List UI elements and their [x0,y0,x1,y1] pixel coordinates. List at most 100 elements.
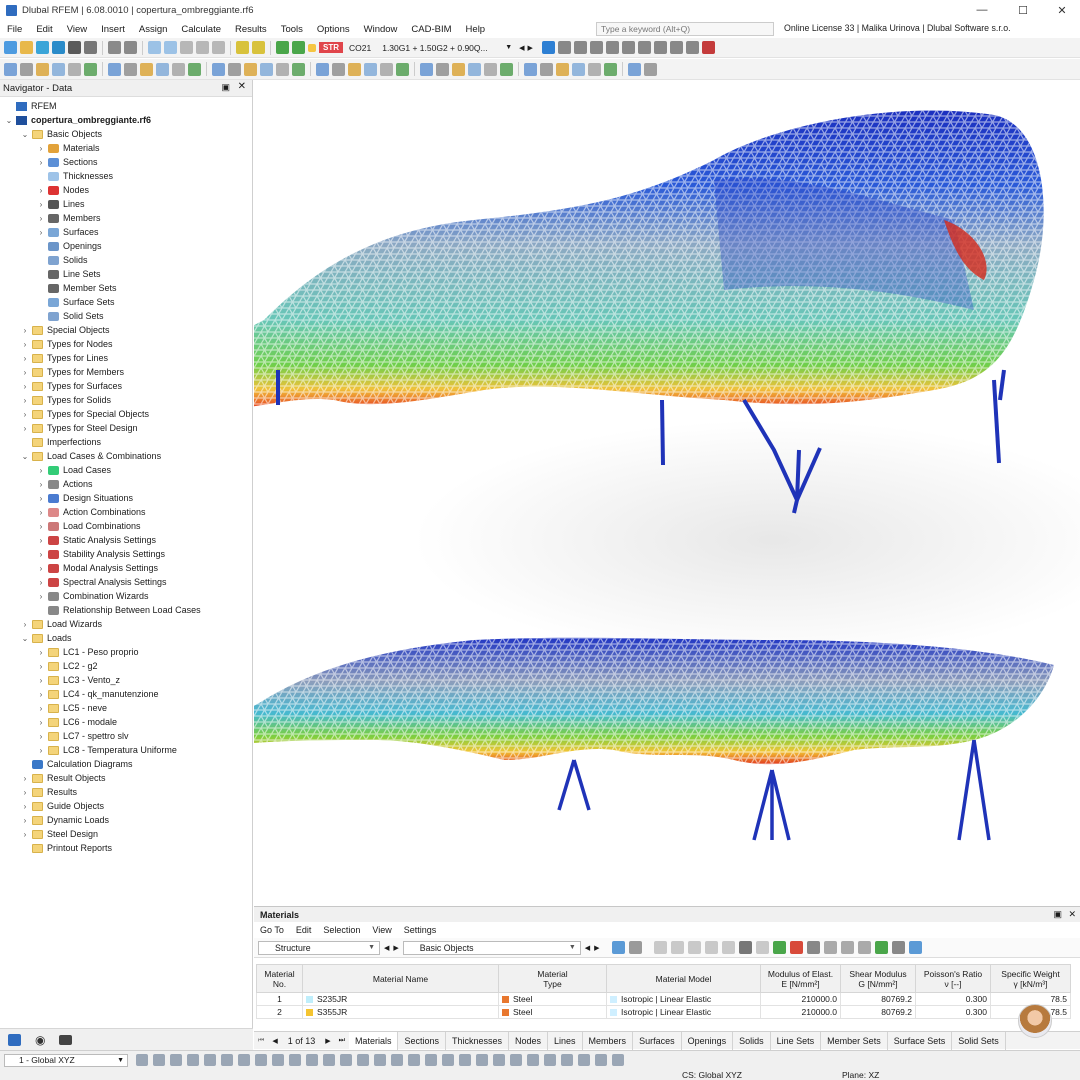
function-icon[interactable] [857,941,871,954]
expand-right-icon[interactable]: › [20,802,30,811]
extrude-icon[interactable] [140,62,153,76]
tree-item[interactable]: Line Sets [36,267,101,281]
line-icon[interactable] [212,62,225,76]
tree-item[interactable]: › Action Combinations [36,505,146,519]
cell-name[interactable]: S235JR [302,992,499,1006]
tree-item[interactable]: Surface Sets [36,295,115,309]
tree-item[interactable]: ⌄ Load Cases & Combinations [20,449,161,463]
expand-right-icon[interactable]: › [36,536,46,545]
redo-icon[interactable] [124,41,137,54]
expand-right-icon[interactable]: › [20,368,30,377]
select-icon[interactable] [4,62,17,76]
rect-icon[interactable] [374,1054,386,1066]
col-nu[interactable]: Poisson's Ratio ν [--] [915,964,991,993]
columns-icon[interactable] [806,941,820,954]
expand-right-icon[interactable]: › [36,704,46,713]
col-type[interactable]: Material Type [498,964,607,993]
col-e[interactable]: Modulus of Elast. E [N/mm²] [760,964,841,993]
structure-select[interactable]: Structure ▼ [258,940,380,955]
hinge-icon[interactable] [380,62,393,76]
tree-item[interactable]: › Types for Special Objects [20,407,149,421]
close-icon[interactable]: ✕ [1042,0,1080,20]
cell-g[interactable]: 80769.2 [840,992,916,1006]
expand-right-icon[interactable]: › [20,326,30,335]
tree-item[interactable]: › Design Situations [36,491,133,505]
tab-members[interactable]: Members [583,1031,634,1050]
layer-icon[interactable] [459,1054,471,1066]
panel-menu-edit[interactable]: Edit [290,925,318,935]
export-icon[interactable] [789,941,803,954]
results-icon[interactable] [252,41,265,54]
expand-right-icon[interactable]: › [20,354,30,363]
tree-item[interactable]: Solid Sets [36,309,104,323]
scale-icon[interactable] [84,62,97,76]
col-name[interactable]: Material Name [302,964,499,993]
move-icon[interactable] [20,62,33,76]
tree-item[interactable]: RFEM [4,99,57,113]
save-icon[interactable] [68,41,81,54]
section-icon[interactable] [605,41,619,54]
expand-down-icon[interactable]: ⌄ [20,634,30,643]
delete-row-icon[interactable] [687,941,701,954]
prev-page-icon[interactable]: ◀ [268,1037,281,1045]
chevron-down-icon[interactable]: ▼ [505,44,512,51]
calculate-icon[interactable] [236,41,249,54]
filter-icon[interactable] [628,941,642,954]
menu-tools[interactable]: Tools [274,24,310,35]
tree-item[interactable]: Solids [36,253,88,267]
arc-icon[interactable] [228,62,241,76]
expand-right-icon[interactable]: › [36,718,46,727]
expand-right-icon[interactable]: › [20,620,30,629]
combination-select[interactable]: 1.30G1 + 1.50G2 + 0.90Q... [382,43,502,53]
copy-icon[interactable] [68,62,81,76]
menu-calculate[interactable]: Calculate [174,24,228,35]
tree-item[interactable]: › LC8 - Temperatura Uniforme [36,743,177,757]
excel-icon[interactable] [874,941,888,954]
design-badge[interactable]: STR [319,42,343,53]
expand-right-icon[interactable]: › [20,788,30,797]
maximize-icon[interactable]: ☐ [1003,0,1043,20]
print-icon[interactable] [891,941,905,954]
col-model[interactable]: Material Model [606,964,761,993]
tree-item[interactable]: › Steel Design [20,827,98,841]
expand-right-icon[interactable]: › [36,480,46,489]
cell-no[interactable]: 2 [256,1005,303,1019]
cell-type[interactable]: Steel [498,1005,607,1019]
expand-right-icon[interactable]: › [36,690,46,699]
panel-menu-settings[interactable]: Settings [398,925,443,935]
cell-name[interactable]: S355JR [302,1005,499,1019]
tree-item[interactable]: › LC4 - qk_manutenzione [36,687,159,701]
tree-item[interactable]: › Types for Solids [20,393,111,407]
tree-item[interactable]: › Modal Analysis Settings [36,561,158,575]
expand-right-icon[interactable]: › [36,662,46,671]
cell-g[interactable]: 80769.2 [840,1005,916,1019]
data-tab-icon[interactable] [8,1033,21,1046]
tree-item[interactable]: › Result Objects [20,771,106,785]
display-icon[interactable] [557,41,571,54]
pin-icon[interactable]: ▣ [1053,909,1062,920]
first-page-icon[interactable]: ⏮ [254,1037,268,1045]
member-icon[interactable] [621,41,635,54]
tree-item[interactable]: › LC3 - Vento_z [36,673,120,687]
expand-right-icon[interactable]: › [36,144,46,153]
cell-nu[interactable]: 0.300 [915,992,991,1006]
comment-icon[interactable] [436,62,449,76]
divide-icon[interactable] [108,62,121,76]
tree-item[interactable]: › Dynamic Loads [20,813,109,827]
expand-right-icon[interactable]: › [20,774,30,783]
expand-right-icon[interactable]: › [36,214,46,223]
tree-item[interactable]: › Spectral Analysis Settings [36,575,167,589]
import-icon[interactable] [772,941,786,954]
load-icon[interactable] [396,62,409,76]
tree-item[interactable]: ⌄ copertura_ombreggiante.rf6 [4,113,151,127]
cell-e[interactable]: 210000.0 [760,992,841,1006]
expand-right-icon[interactable]: › [36,564,46,573]
polyline-icon[interactable] [244,62,257,76]
grid-icon[interactable] [172,62,185,76]
fx-icon[interactable] [823,941,837,954]
panel-icon[interactable] [196,41,209,54]
view-icon[interactable] [476,1054,488,1066]
select-icon[interactable] [611,941,625,954]
tree-item[interactable]: › Types for Steel Design [20,421,138,435]
expand-down-icon[interactable]: ⌄ [4,116,14,125]
